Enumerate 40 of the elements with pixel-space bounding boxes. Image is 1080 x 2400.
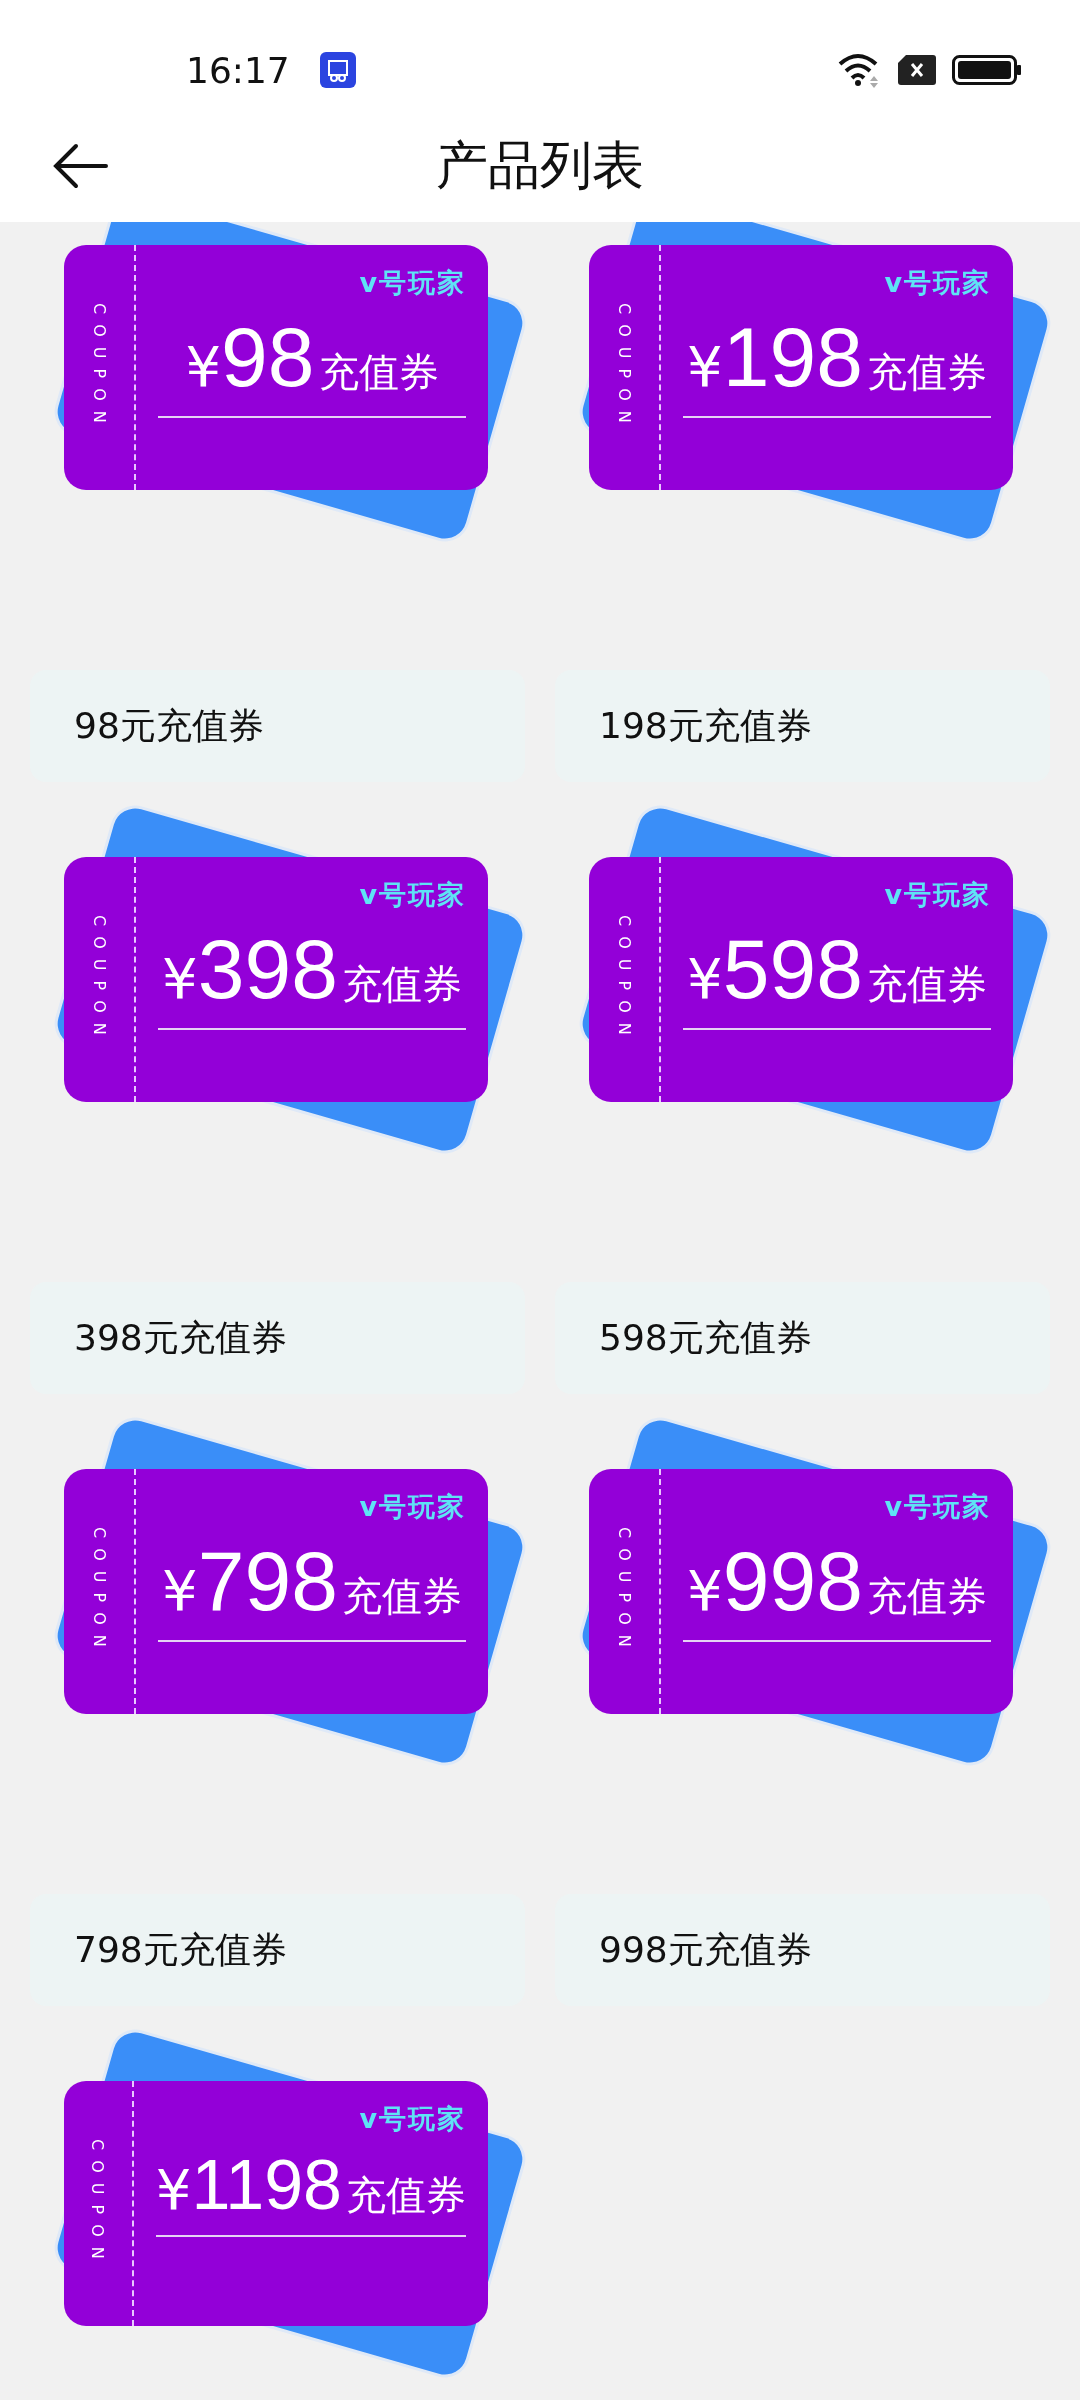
coupon-image[interactable]: COUPON v号玩家 ¥98 充值券 [30,222,525,660]
battery-icon [952,55,1022,85]
coupon-image[interactable]: COUPON v号玩家 ¥998 充值券 [555,1394,1050,1884]
coupon-side-label: COUPON [89,914,109,1045]
brand-label: v号玩家 [359,2102,466,2136]
brand-label: v号玩家 [884,878,991,912]
product-name[interactable]: 398元充值券 [30,1282,525,1394]
coupon-side-label: COUPON [88,2138,108,2269]
product-name[interactable]: 798元充值券 [30,1894,525,2006]
page-title: 产品列表 [436,134,644,197]
coupon-image[interactable]: COUPON v号玩家 ¥198 充值券 [555,222,1050,660]
coupon-side-label: COUPON [89,1526,109,1657]
coupon-side-label: COUPON [89,302,109,433]
coupon-image[interactable]: COUPON v号玩家 ¥798 充值券 [30,1394,525,1884]
product-name[interactable]: 598元充值券 [555,1282,1050,1394]
coupon-image[interactable]: COUPON v号玩家 ¥398 充值券 [30,782,525,1272]
product-name[interactable]: 98元充值券 [30,670,525,782]
coupon-side-label: COUPON [614,1526,634,1657]
brand-label: v号玩家 [884,1490,991,1524]
screenshot-app-icon [319,52,356,88]
coupon-price: ¥798 充值券 [158,1533,466,1642]
coupon-price: ¥98 充值券 [158,309,466,418]
coupon-price: ¥998 充值券 [683,1533,991,1642]
brand-label: v号玩家 [359,266,466,300]
coupon-image[interactable]: COUPON v号玩家 ¥1198 充值券 [30,2006,525,2400]
sim-card-icon [898,55,936,85]
coupon-price: ¥1198 充值券 [155,2145,466,2237]
product-name[interactable]: 198元充值券 [555,670,1050,782]
coupon-side-label: COUPON [614,914,634,1045]
coupon-side-label: COUPON [614,302,634,433]
coupon-image[interactable]: COUPON v号玩家 ¥598 充值券 [555,782,1050,1272]
coupon-price: ¥398 充值券 [158,921,466,1030]
product-name[interactable]: 998元充值券 [555,1894,1050,2006]
coupon-price: ¥198 充值券 [683,309,991,418]
status-time: 16:17 [186,49,290,91]
brand-label: v号玩家 [359,878,466,912]
back-arrow-icon [52,142,108,190]
brand-label: v号玩家 [359,1490,466,1524]
brand-label: v号玩家 [884,266,991,300]
coupon-price: ¥598 充值券 [683,921,991,1030]
